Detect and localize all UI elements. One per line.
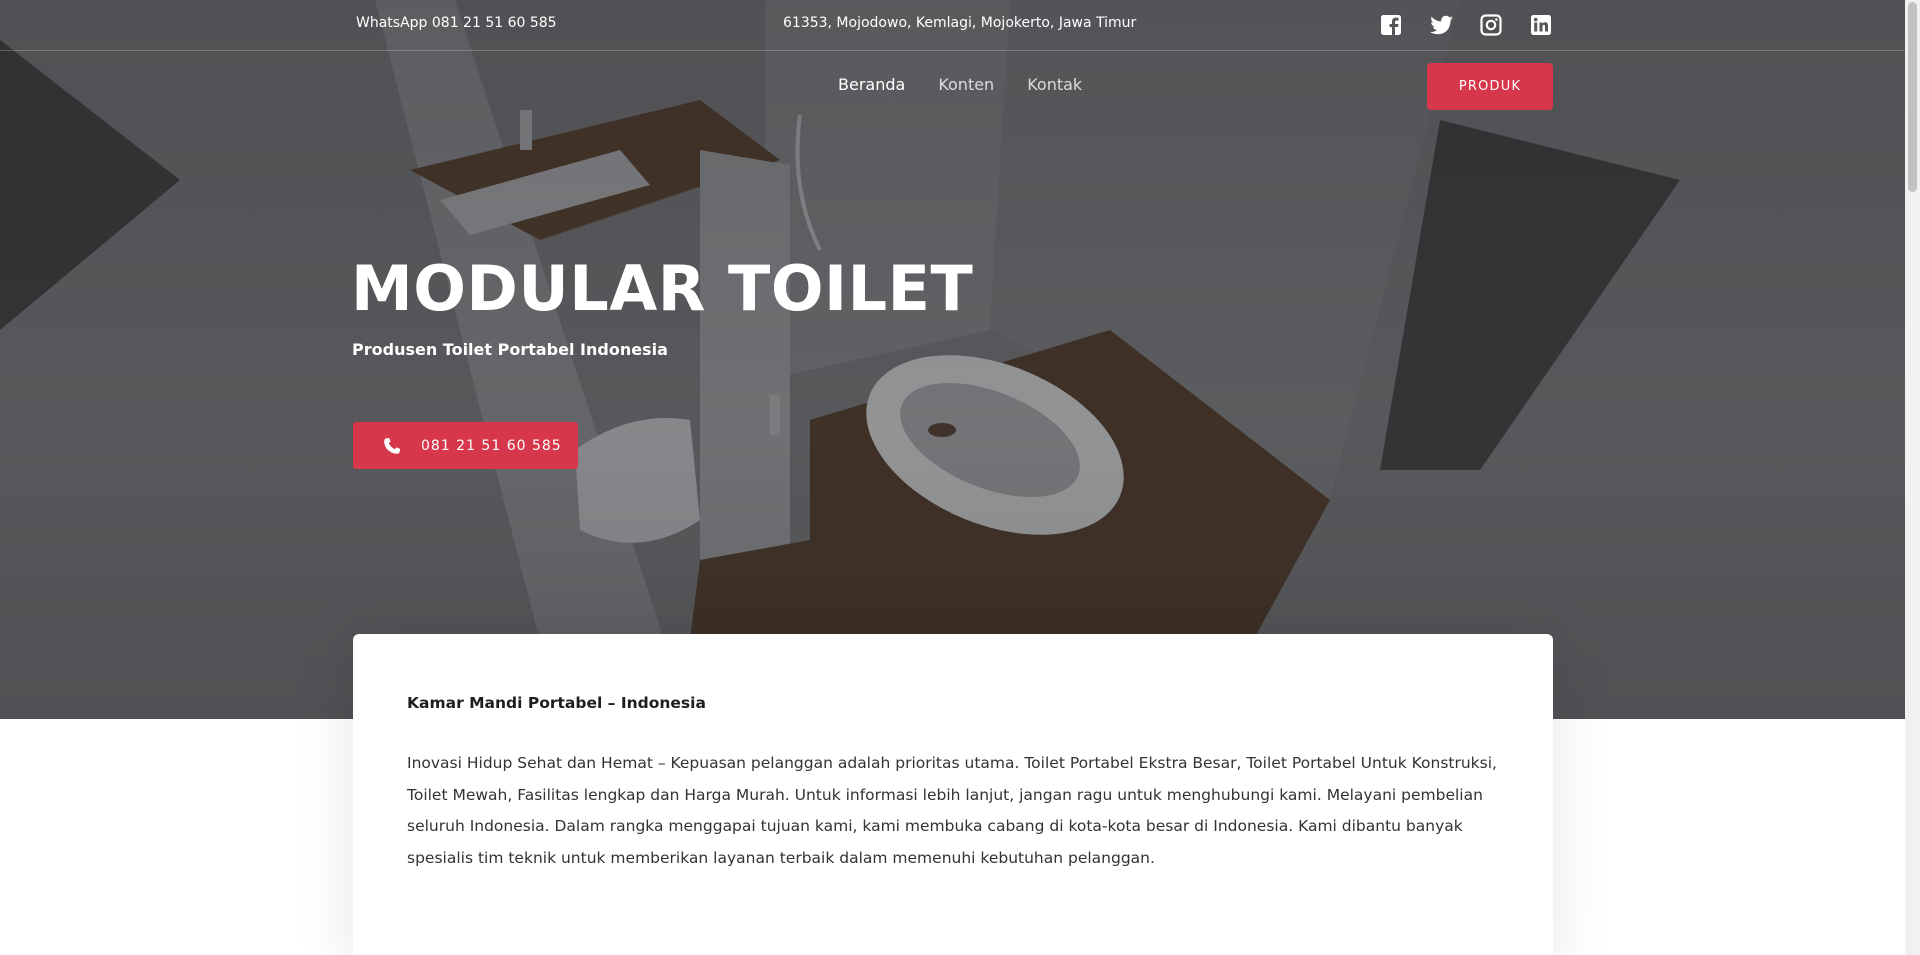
hero-section — [0, 0, 1905, 719]
phone-icon — [383, 437, 401, 455]
content-heading: Kamar Mandi Portabel – Indonesia — [407, 694, 706, 712]
linkedin-icon[interactable] — [1530, 14, 1552, 36]
instagram-icon[interactable] — [1480, 14, 1502, 36]
hero-title: MODULAR TOILET — [351, 252, 974, 325]
phone-call-button[interactable]: 081 21 51 60 585 — [353, 422, 578, 469]
whatsapp-link[interactable]: WhatsApp 081 21 51 60 585 — [356, 15, 557, 31]
hero-overlay — [0, 0, 1905, 719]
scrollbar-thumb[interactable] — [1908, 2, 1917, 192]
page-scrollbar[interactable] — [1905, 0, 1920, 955]
content-body: Inovasi Hidup Sehat dan Hemat – Kepuasan… — [407, 754, 1497, 867]
nav-item-konten[interactable]: Konten — [938, 75, 994, 94]
page: WhatsApp 081 21 51 60 585 61353, Mojodow… — [0, 0, 1920, 955]
main-nav: Beranda Konten Kontak — [838, 75, 1082, 94]
content-card: Kamar Mandi Portabel – Indonesia Inovasi… — [353, 634, 1553, 955]
twitter-icon[interactable] — [1430, 14, 1453, 36]
produk-button[interactable]: PRODUK — [1427, 63, 1553, 110]
phone-button-label: 081 21 51 60 585 — [421, 437, 562, 454]
nav-item-beranda[interactable]: Beranda — [838, 75, 905, 94]
nav-item-kontak[interactable]: Kontak — [1027, 75, 1082, 94]
top-info-bar: WhatsApp 081 21 51 60 585 61353, Mojodow… — [0, 0, 1905, 51]
hero-subtitle: Produsen Toilet Portabel Indonesia — [352, 340, 668, 359]
social-links — [1380, 14, 1552, 36]
facebook-icon[interactable] — [1380, 14, 1402, 36]
address-text: 61353, Mojodowo, Kemlagi, Mojokerto, Jaw… — [783, 15, 1137, 31]
